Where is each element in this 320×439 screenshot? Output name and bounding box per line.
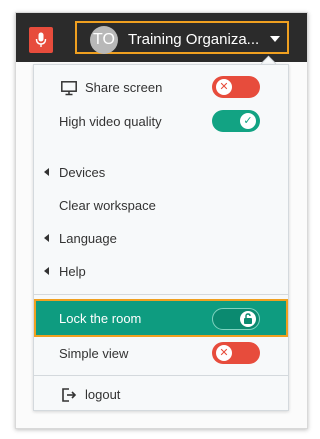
- menu-item-help[interactable]: Help: [34, 255, 288, 288]
- high-video-quality-toggle[interactable]: ✓: [212, 110, 260, 132]
- app-window: TO Training Organiza... Share screen ✕ H…: [15, 12, 308, 429]
- user-menu-button[interactable]: TO Training Organiza...: [75, 21, 289, 54]
- menu-item-logout[interactable]: logout: [34, 378, 288, 411]
- avatar: TO: [90, 26, 118, 54]
- unlock-icon: [240, 311, 256, 327]
- monitor-icon: [61, 81, 77, 96]
- menu-divider: [34, 375, 288, 376]
- clear-workspace-label: Clear workspace: [59, 198, 156, 213]
- check-icon: ✓: [240, 113, 256, 129]
- microphone-icon: [35, 32, 47, 47]
- lock-the-room-toggle[interactable]: [212, 308, 260, 330]
- menu-item-simple-view[interactable]: Simple view ✕: [34, 337, 288, 370]
- language-label: Language: [59, 231, 117, 246]
- user-name: Training Organiza...: [128, 31, 260, 48]
- menu-item-lock-the-room[interactable]: Lock the room: [34, 299, 288, 337]
- menu-item-share-screen[interactable]: Share screen ✕: [34, 71, 288, 104]
- caret-left-icon: [44, 234, 49, 242]
- menu-item-high-video-quality[interactable]: High video quality ✓: [34, 105, 288, 138]
- menu-item-clear-workspace[interactable]: Clear workspace: [34, 189, 288, 222]
- help-label: Help: [59, 264, 86, 279]
- close-icon: ✕: [216, 79, 232, 95]
- menu-item-language[interactable]: Language: [34, 222, 288, 255]
- simple-view-label: Simple view: [59, 346, 129, 361]
- high-video-quality-label: High video quality: [59, 114, 162, 129]
- mute-microphone-button[interactable]: [29, 27, 53, 53]
- lock-the-room-label: Lock the room: [59, 311, 142, 326]
- share-screen-label: Share screen: [85, 80, 163, 95]
- top-bar: TO Training Organiza...: [16, 13, 307, 62]
- caret-left-icon: [44, 267, 49, 275]
- simple-view-toggle[interactable]: ✕: [212, 342, 260, 364]
- devices-label: Devices: [59, 165, 106, 180]
- caret-left-icon: [44, 168, 49, 176]
- caret-down-icon: [270, 36, 280, 42]
- logout-icon: [62, 388, 77, 402]
- menu-item-devices[interactable]: Devices: [34, 156, 288, 189]
- share-screen-toggle[interactable]: ✕: [212, 76, 260, 98]
- logout-label: logout: [85, 387, 121, 402]
- close-icon: ✕: [216, 345, 232, 361]
- menu-divider: [34, 294, 288, 295]
- user-dropdown-menu: Share screen ✕ High video quality ✓ Devi…: [33, 64, 289, 411]
